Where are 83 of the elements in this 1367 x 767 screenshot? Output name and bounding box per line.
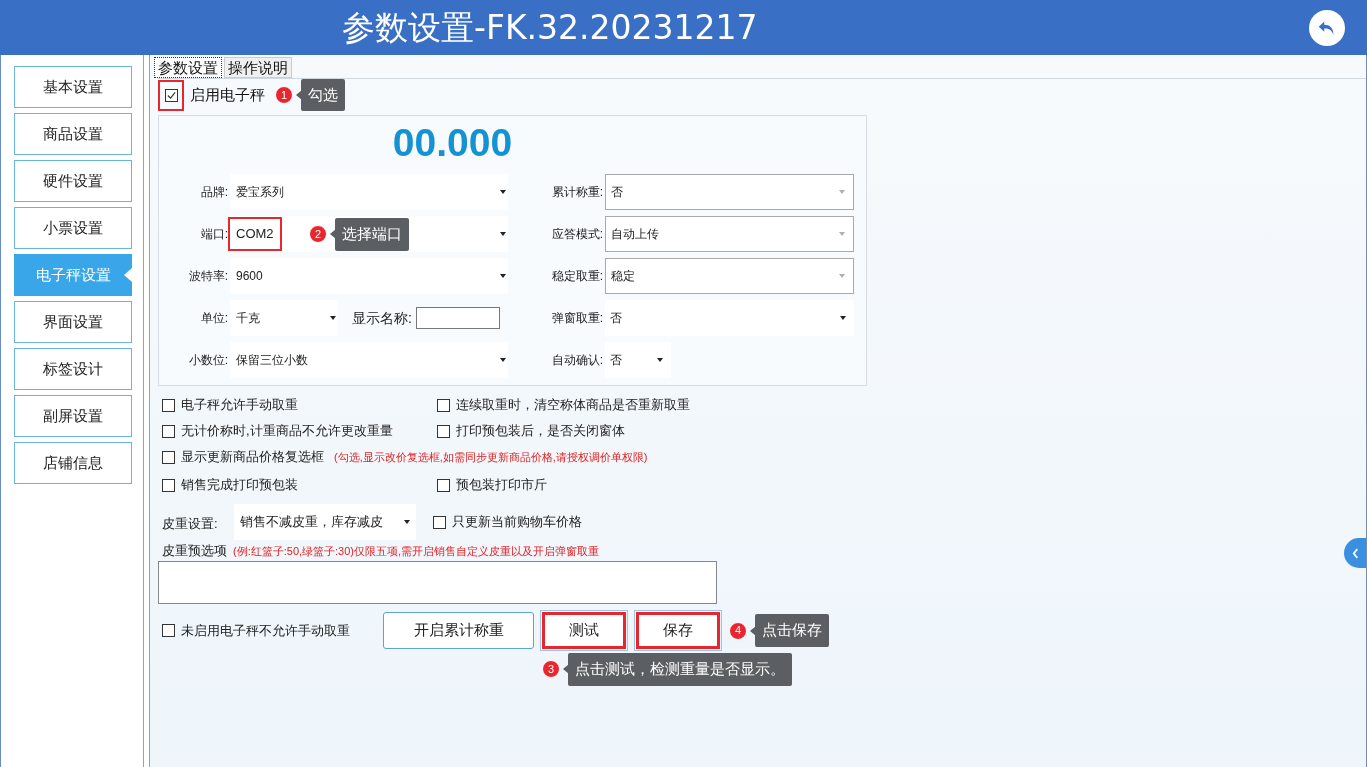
dropdown-field[interactable]: 千克: [230, 300, 338, 336]
dropdown-caret-icon: [500, 190, 506, 194]
dropdown-field[interactable]: 爱宝系列: [230, 174, 508, 210]
field-label: 单位:: [199, 310, 229, 327]
dropdown-field[interactable]: 自动上传: [605, 216, 854, 252]
tab[interactable]: 操作说明: [224, 57, 292, 78]
step-number-badge: 3: [542, 660, 560, 679]
field-label: 品牌:: [199, 184, 229, 201]
dropdown-field[interactable]: 否: [605, 300, 854, 336]
checkbox[interactable]: [437, 398, 450, 412]
sidebar-item[interactable]: 商品设置: [14, 113, 132, 155]
option-label: 未启用电子秤不允许手动取重: [181, 621, 350, 640]
field-label: 波特率:: [187, 268, 229, 285]
field-label: 稳定取重:: [550, 268, 604, 285]
field-label: 皮重预选项: [162, 542, 227, 561]
option-label: 预包装打印市斤: [456, 476, 547, 495]
sidebar-item[interactable]: 基本设置: [14, 66, 132, 108]
weight-display: 00.000: [391, 120, 514, 166]
callout-tooltip: 点击保存: [755, 614, 829, 647]
field-label: 皮重设置:: [162, 515, 219, 534]
checkbox[interactable]: [162, 624, 175, 637]
option-label: 连续取重时，清空称体商品是否重新取重: [456, 396, 690, 415]
dropdown-caret-icon: [500, 232, 506, 236]
field-label: 累计称重:: [550, 184, 604, 201]
sidebar-item[interactable]: 标签设计: [14, 348, 132, 390]
checkbox[interactable]: [162, 424, 175, 438]
checkbox[interactable]: [433, 515, 446, 529]
dropdown-field[interactable]: 否: [605, 342, 671, 378]
field-label: 小数位:: [187, 352, 229, 369]
dropdown-caret-icon: [657, 358, 663, 362]
dropdown-field[interactable]: 保留三位小数: [230, 342, 508, 378]
sidebar-item[interactable]: 硬件设置: [14, 160, 132, 202]
dropdown-caret-icon: [840, 316, 846, 320]
option-label: 打印预包装后，是否关闭窗体: [456, 422, 625, 441]
step-number-badge: 1: [275, 86, 293, 104]
dropdown-caret-icon: [839, 274, 845, 278]
callout-tooltip: 点击测试，检测重量是否显示。: [568, 653, 792, 686]
action-button[interactable]: 开启累计称重: [383, 612, 534, 649]
option-note: (勾选,显示改价复选框,如需同步更新商品价格,请授权调价单权限): [334, 449, 648, 465]
option-label: 电子秤允许手动取重: [181, 396, 298, 415]
tab[interactable]: 参数设置: [154, 57, 222, 78]
dropdown-caret-icon: [839, 190, 845, 194]
action-button[interactable]: 保存: [636, 612, 720, 649]
dropdown-field[interactable]: 稳定: [605, 258, 854, 294]
dropdown-caret-icon: [404, 520, 410, 524]
chevron-left-icon: [1351, 547, 1359, 559]
option-label: 销售完成打印预包装: [181, 476, 298, 495]
sidebar-item[interactable]: 店铺信息: [14, 442, 132, 484]
collapse-tab-button[interactable]: [1344, 538, 1366, 568]
sidebar-item[interactable]: 小票设置: [14, 207, 132, 249]
display-name-field[interactable]: [415, 307, 500, 329]
dropdown-caret-icon: [500, 358, 506, 362]
hint-text: (例:红篮子:50,绿篮子:30)仅限五项,需开启销售自定义皮重以及开启弹窗取重: [233, 543, 600, 559]
dropdown-caret-icon: [330, 316, 336, 320]
dropdown-field[interactable]: 销售不减皮重，库存减皮: [234, 504, 416, 540]
step-number-badge: 4: [729, 621, 747, 640]
checkbox[interactable]: [437, 478, 450, 492]
action-button[interactable]: 测试: [542, 612, 626, 649]
checkbox[interactable]: [162, 398, 175, 412]
sidebar-item[interactable]: 界面设置: [14, 301, 132, 343]
checkbox[interactable]: [437, 424, 450, 438]
window-title: 参数设置-FK.32.20231217: [342, 11, 758, 44]
dropdown-caret-icon: [839, 232, 845, 236]
field-label: 自动确认:: [550, 352, 604, 369]
callout-tooltip: 选择端口: [335, 218, 409, 251]
option-label: 显示更新商品价格复选框: [181, 448, 324, 467]
checkbox[interactable]: [162, 450, 175, 464]
checkbox-label: 启用电子秤: [190, 84, 265, 105]
checkbox[interactable]: [162, 478, 175, 492]
option-label: 只更新当前购物车价格: [452, 513, 582, 532]
callout-tooltip: 勾选: [301, 78, 345, 112]
field-label: 显示名称:: [352, 308, 412, 328]
option-label: 无计价称时,计重商品不允许更改重量: [181, 422, 393, 441]
dropdown-field[interactable]: 9600: [230, 258, 508, 294]
dropdown-field[interactable]: 否: [605, 174, 854, 210]
field-label: 端口:: [199, 226, 229, 243]
dropdown-caret-icon: [500, 274, 506, 278]
tare-presets-field[interactable]: [158, 561, 717, 604]
back-button[interactable]: [1309, 9, 1345, 46]
sidebar-item[interactable]: 副屏设置: [14, 395, 132, 437]
field-label: 弹窗取重:: [550, 310, 604, 327]
field-label: 应答模式:: [550, 226, 604, 243]
checkbox[interactable]: [164, 88, 178, 102]
